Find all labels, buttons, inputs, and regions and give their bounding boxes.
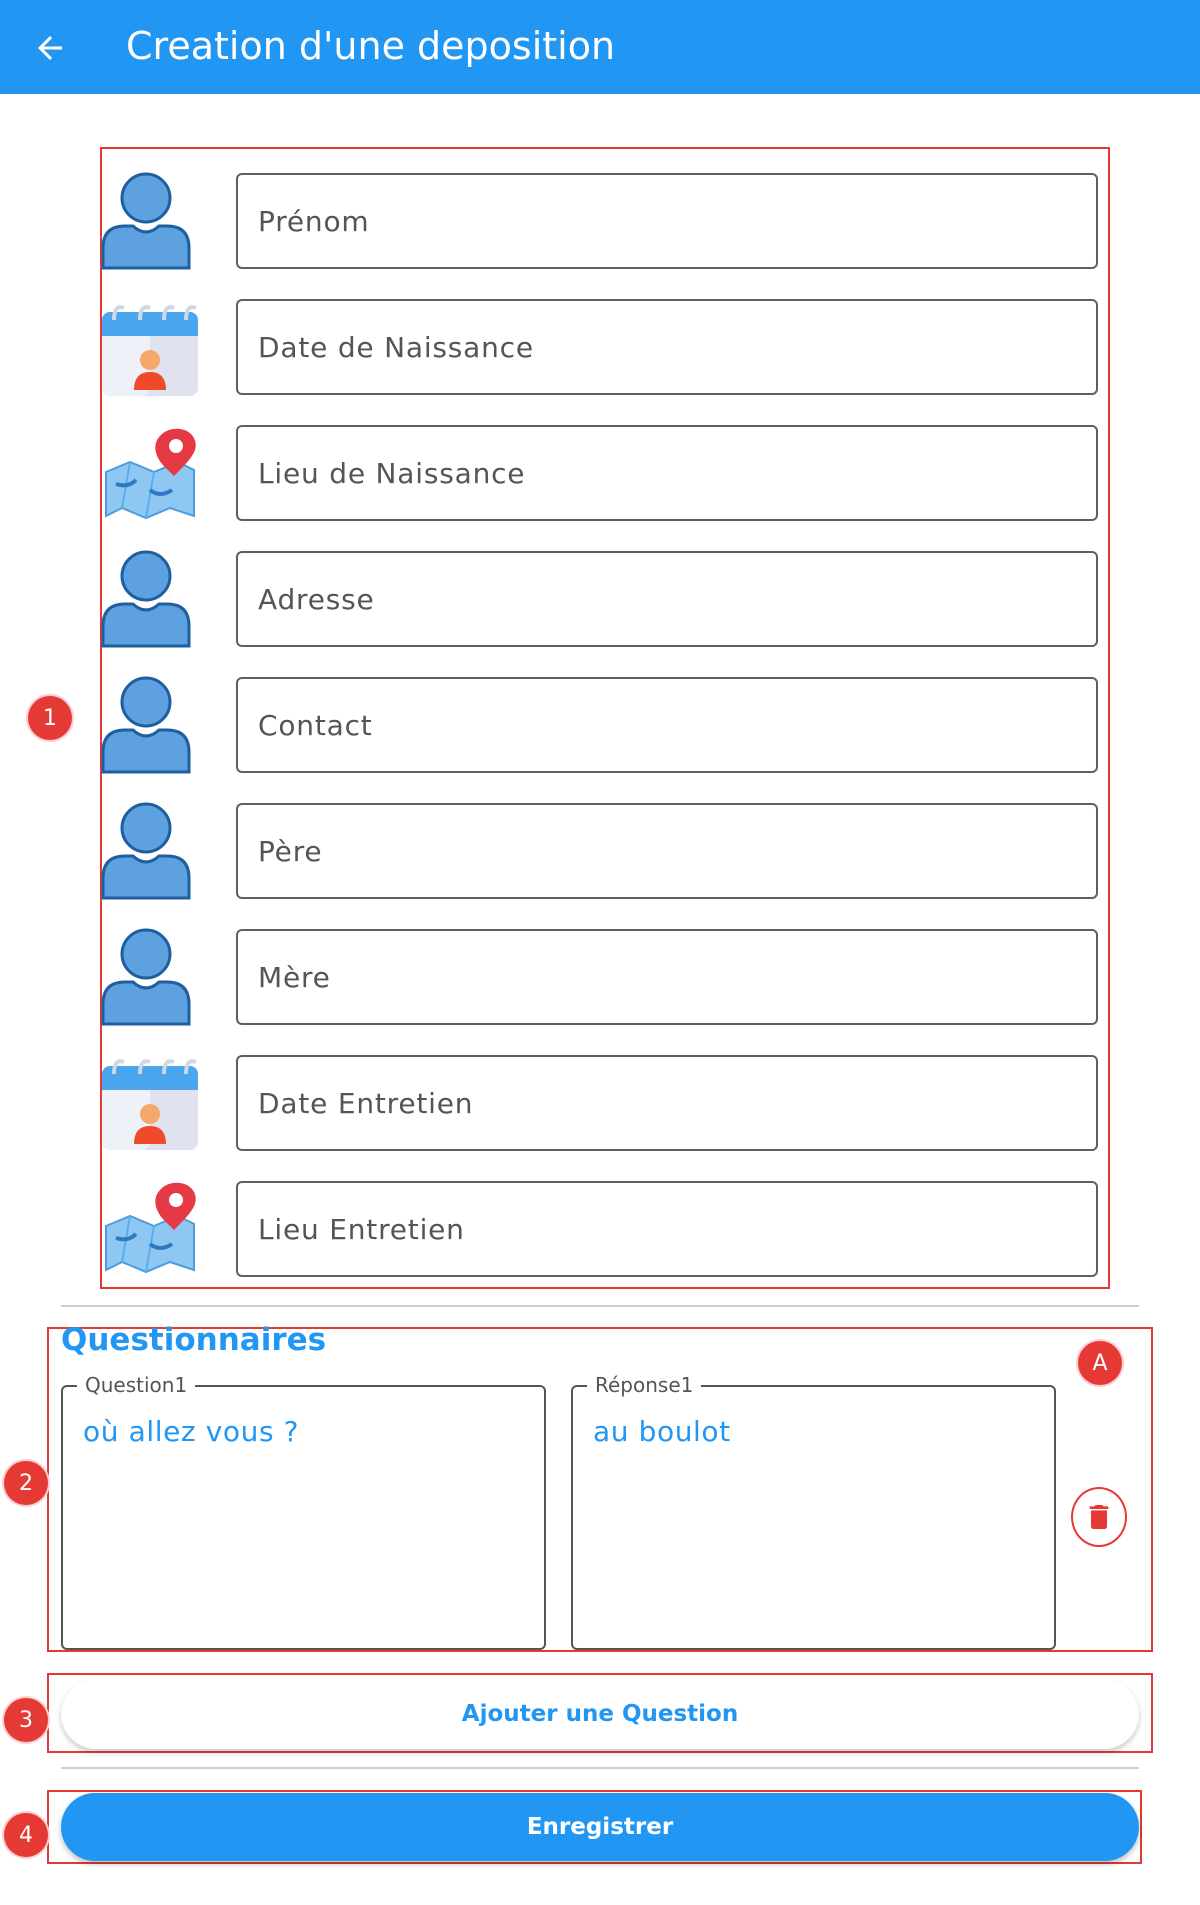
arrow-left-icon[interactable]: [32, 30, 68, 66]
question-value: où allez vous ?: [83, 1415, 300, 1448]
answer-label: Réponse1: [587, 1373, 702, 1397]
annotation-badge-3: 3: [4, 1698, 48, 1742]
contact-field[interactable]: Contact: [236, 677, 1098, 773]
page-title: Creation d'une deposition: [126, 24, 616, 68]
lieu-entretien-field[interactable]: Lieu Entretien: [236, 1181, 1098, 1277]
lieu-naissance-field[interactable]: Lieu de Naissance: [236, 425, 1098, 521]
answer-value: au boulot: [593, 1415, 731, 1448]
field-placeholder: Adresse: [258, 582, 375, 616]
divider: [61, 1767, 1139, 1769]
delete-question-button[interactable]: [1071, 1487, 1127, 1547]
annotation-badge-2: 2: [4, 1461, 48, 1505]
field-placeholder: Date de Naissance: [258, 330, 534, 364]
app-bar: Creation d'une deposition: [0, 0, 1200, 94]
calendar-person-icon: [100, 298, 200, 398]
map-pin-icon: [100, 1178, 200, 1278]
save-button[interactable]: Enregistrer: [61, 1793, 1139, 1861]
field-placeholder: Date Entretien: [258, 1086, 474, 1120]
annotation-badge-a: A: [1078, 1341, 1122, 1385]
date-entretien-field[interactable]: Date Entretien: [236, 1055, 1098, 1151]
save-label: Enregistrer: [526, 1814, 674, 1840]
field-placeholder: Père: [258, 834, 323, 868]
field-placeholder: Mère: [258, 960, 331, 994]
annotation-badge-4: 4: [4, 1813, 48, 1857]
person-icon: [100, 800, 200, 900]
add-question-label: Ajouter une Question: [461, 1701, 739, 1727]
date-naissance-field[interactable]: Date de Naissance: [236, 299, 1098, 395]
divider: [61, 1305, 1139, 1307]
person-icon: [100, 926, 200, 1026]
field-placeholder: Lieu de Naissance: [258, 456, 526, 490]
field-placeholder: Lieu Entretien: [258, 1212, 465, 1246]
annotation-badge-1: 1: [28, 696, 72, 740]
back-button[interactable]: [22, 20, 78, 76]
trash-icon[interactable]: [1083, 1501, 1115, 1533]
person-icon: [100, 674, 200, 774]
prenom-field[interactable]: Prénom: [236, 173, 1098, 269]
field-placeholder: Contact: [258, 708, 373, 742]
add-question-button[interactable]: Ajouter une Question: [61, 1679, 1139, 1749]
mere-field[interactable]: Mère: [236, 929, 1098, 1025]
questionnaires-title: Questionnaires: [61, 1322, 327, 1358]
person-icon: [100, 548, 200, 648]
field-placeholder: Prénom: [258, 204, 370, 238]
question-textarea[interactable]: Question1 où allez vous ?: [61, 1373, 546, 1650]
map-pin-icon: [100, 424, 200, 524]
pere-field[interactable]: Père: [236, 803, 1098, 899]
calendar-person-icon: [100, 1052, 200, 1152]
adresse-field[interactable]: Adresse: [236, 551, 1098, 647]
question-label: Question1: [77, 1373, 196, 1397]
answer-textarea[interactable]: Réponse1 au boulot: [571, 1373, 1056, 1650]
person-icon: [100, 170, 200, 270]
